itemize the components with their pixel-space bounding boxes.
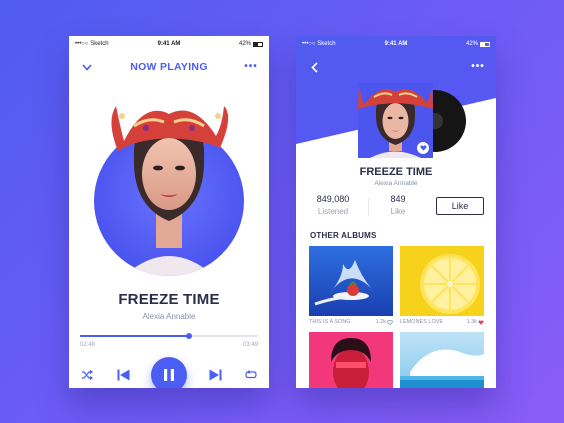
album-tile-likes: 1.3k — [467, 319, 484, 325]
album-tile-likes: 1.2k — [376, 319, 393, 325]
status-bar: •••○○ Sketch 9:41 AM 42% — [296, 36, 496, 52]
like-button[interactable]: Like — [436, 197, 484, 215]
repeat-button[interactable] — [243, 367, 259, 383]
artist-name: Alexia Annable — [142, 312, 196, 321]
battery-indicator: 42% — [427, 41, 491, 47]
album-tile-meta: THIS IS A SONG 1.2k — [309, 319, 393, 325]
battery-icon — [253, 41, 264, 47]
album-tile-art — [400, 332, 484, 388]
back-button[interactable] — [306, 59, 322, 75]
progress-handle[interactable] — [185, 333, 192, 339]
status-bar: •••○○ Sketch 9:41 AM 42% — [69, 36, 269, 52]
clock-label: 9:41 AM — [384, 41, 408, 47]
playback-controls — [79, 356, 259, 388]
battery-icon — [480, 41, 491, 47]
song-title: FREEZE TIME — [118, 291, 220, 308]
chevron-left-icon — [310, 61, 318, 73]
chevron-down-icon — [82, 63, 92, 71]
like-count: 849 — [390, 194, 406, 204]
shuffle-icon — [82, 370, 93, 380]
artist-portrait — [111, 106, 229, 276]
heart-icon — [419, 145, 427, 151]
album-tile-name: THIS IS A SONG — [309, 319, 351, 325]
progress-bar[interactable] — [80, 333, 258, 339]
pause-button[interactable] — [151, 357, 187, 388]
album-tile-name: LEMONES LOVE — [400, 319, 444, 325]
more-icon: ••• — [244, 61, 258, 72]
listened-stat: 849,080 Listened — [308, 194, 358, 216]
album-detail-screen: •••○○ Sketch 9:41 AM 42% ••• FREEZE TIME… — [296, 36, 496, 388]
album-tile-art — [309, 246, 393, 316]
heart-filled-icon[interactable] — [478, 319, 484, 325]
favorite-button[interactable] — [417, 142, 429, 154]
repeat-icon — [245, 370, 257, 379]
total-duration: 03:49 — [242, 342, 258, 348]
now-playing-screen: •••○○ Sketch 9:41 AM 42% NOW PLAYING ••• — [69, 36, 269, 388]
next-button[interactable] — [207, 367, 223, 383]
more-options-button[interactable]: ••• — [243, 59, 259, 75]
album-tile-splash[interactable] — [309, 246, 393, 316]
album-tile-seaside[interactable] — [400, 332, 484, 388]
album-title: FREEZE TIME — [359, 166, 433, 178]
carrier-label: •••○○ Sketch — [75, 41, 109, 47]
album-tile-like-count: 1.3k — [466, 319, 477, 325]
previous-icon — [117, 369, 129, 381]
carrier-label: •••○○ Sketch — [302, 41, 336, 47]
battery-percent: 42% — [239, 41, 252, 47]
album-tile-lemon[interactable] — [400, 246, 484, 316]
clock-label: 9:41 AM — [157, 41, 181, 47]
heart-outline-icon[interactable] — [387, 319, 393, 325]
page-title: NOW PLAYING — [130, 61, 208, 73]
album-header: ••• — [296, 58, 496, 76]
previous-button[interactable] — [115, 367, 131, 383]
battery-percent: 42% — [466, 41, 479, 47]
elapsed-time: 02:48 — [80, 342, 96, 348]
album-tile-art — [400, 246, 484, 316]
stat-divider — [368, 198, 369, 216]
album-tile-art — [309, 332, 393, 388]
album-tile-meta: LEMONES LOVE 1.3k — [400, 319, 484, 325]
progress-fill — [80, 335, 189, 337]
collapse-button[interactable] — [79, 59, 95, 75]
like-stat: 849 Like — [376, 194, 420, 216]
pause-icon — [164, 369, 174, 381]
other-albums-heading: OTHER ALBUMS — [310, 231, 377, 240]
album-tile-red-portrait[interactable] — [309, 332, 393, 388]
more-options-button[interactable]: ••• — [470, 59, 486, 75]
like-label: Like — [390, 207, 406, 216]
listened-count: 849,080 — [316, 194, 350, 204]
more-icon: ••• — [471, 61, 485, 72]
shuffle-button[interactable] — [79, 367, 95, 383]
next-icon — [209, 369, 221, 381]
now-playing-header: NOW PLAYING ••• — [69, 58, 269, 76]
listened-label: Listened — [317, 207, 349, 216]
album-artist: Alexia Annable — [374, 180, 418, 187]
battery-indicator: 42% — [200, 41, 264, 47]
album-tile-like-count: 1.2k — [375, 319, 386, 325]
